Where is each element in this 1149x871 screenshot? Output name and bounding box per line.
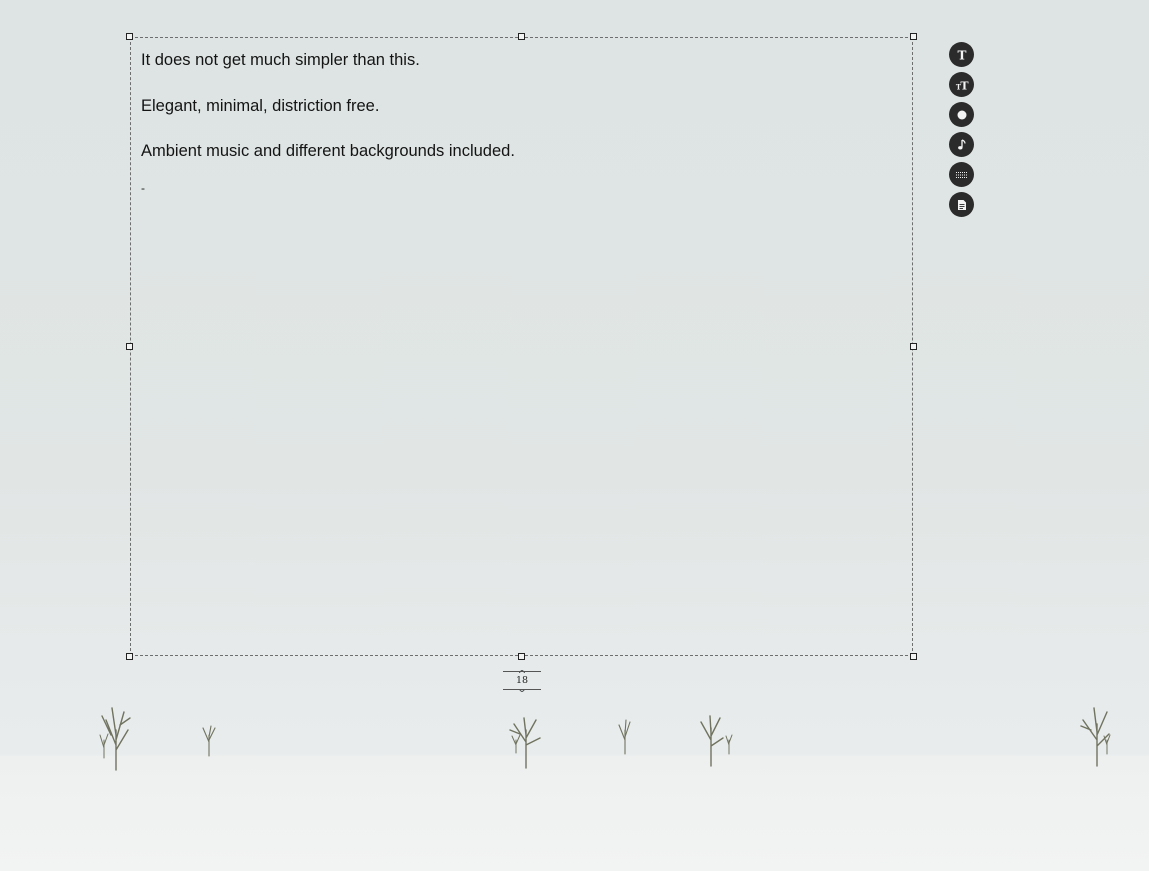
svg-text:T: T: [957, 49, 966, 61]
resize-handle-right[interactable]: [910, 343, 917, 350]
text-editor[interactable]: It does not get much simpler than this. …: [141, 50, 901, 194]
chevron-down-icon[interactable]: [519, 689, 525, 692]
font-size-stepper[interactable]: 18: [503, 670, 541, 692]
editor-line: Elegant, minimal, distriction free.: [141, 96, 380, 115]
theme-circle-icon: [957, 110, 966, 119]
font-family-button[interactable]: T: [949, 42, 974, 67]
music-note-icon: [957, 138, 966, 149]
document-icon: [957, 199, 966, 210]
font-size-icon: T T: [955, 79, 969, 91]
editor-line: It does not get much simpler than this.: [141, 51, 420, 69]
resize-handle-bottom-right[interactable]: [910, 653, 917, 660]
theme-button[interactable]: [949, 102, 974, 127]
background-grid-icon: [956, 171, 967, 178]
text-editor-frame[interactable]: It does not get much simpler than this. …: [126, 33, 917, 660]
resize-handle-left[interactable]: [126, 343, 133, 350]
background-button[interactable]: [949, 162, 974, 187]
resize-handle-bottom-left[interactable]: [126, 653, 133, 660]
text-caret: -: [141, 180, 145, 195]
background-trees: [99, 707, 1111, 771]
resize-handle-top-left[interactable]: [126, 33, 133, 40]
svg-text:T: T: [960, 79, 969, 91]
resize-handle-top[interactable]: [518, 33, 525, 40]
resize-handle-top-right[interactable]: [910, 33, 917, 40]
document-button[interactable]: [949, 192, 974, 217]
font-size-button[interactable]: T T: [949, 72, 974, 97]
side-toolbar: T T T: [949, 42, 974, 222]
editor-line: Ambient music and different backgrounds …: [141, 142, 515, 160]
music-button[interactable]: [949, 132, 974, 157]
font-family-icon: T: [957, 49, 966, 61]
resize-handle-bottom[interactable]: [518, 653, 525, 660]
font-size-value: 18: [515, 675, 529, 686]
chevron-up-icon[interactable]: [519, 670, 525, 673]
